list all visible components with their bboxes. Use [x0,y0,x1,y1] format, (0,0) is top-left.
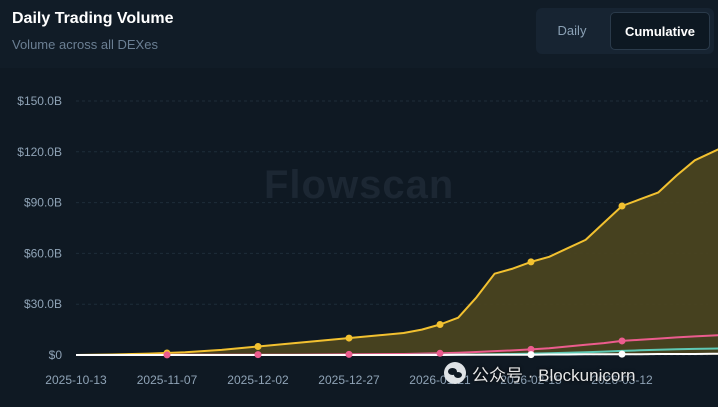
data-point [254,343,262,351]
chart-title: Daily Trading Volume [12,10,174,27]
y-tick-label: $150.0B [17,94,62,108]
x-tick-label: 2025-12-02 [227,373,289,387]
daily-tab[interactable]: Daily [540,12,604,50]
data-point [254,351,262,359]
view-toggle: Daily Cumulative [536,8,714,54]
y-tick-label: $120.0B [17,145,62,159]
wechat-account-overlay: 公众号 · Blockunicorn [444,360,635,386]
x-tick-label: 2025-10-13 [45,373,107,387]
series-area [76,149,718,355]
data-point [618,350,626,358]
y-tick-label: $30.0B [24,297,62,311]
x-tick-label: 2025-11-07 [137,373,198,387]
x-tick-label: 2025-12-27 [318,373,380,387]
chart-area: $0 $30.0B $60.0B $90.0B $120.0B $150.0B 2025-1… [0,68,718,402]
chart-subtitle: Volume across all DEXes [12,37,158,52]
y-tick-label: $0 [49,348,63,362]
cumulative-tab[interactable]: Cumulative [610,12,710,50]
data-point [618,337,626,345]
data-point [345,350,353,358]
data-point [345,334,353,342]
data-point [163,351,171,359]
data-point [618,202,626,210]
trading-volume-chart: $0 $30.0B $60.0B $90.0B $120.0B $150.0B 2025-1… [17,94,718,387]
data-point [527,258,535,266]
y-tick-label: $90.0B [24,196,62,210]
chart-header: Daily Trading Volume Volume across all D… [0,0,718,68]
data-point [527,351,535,359]
data-point [436,321,444,329]
wechat-icon [444,362,466,384]
y-tick-label: $60.0B [24,246,62,260]
data-point [436,349,444,357]
wechat-account-text: 公众号 · Blockunicorn [472,365,636,385]
